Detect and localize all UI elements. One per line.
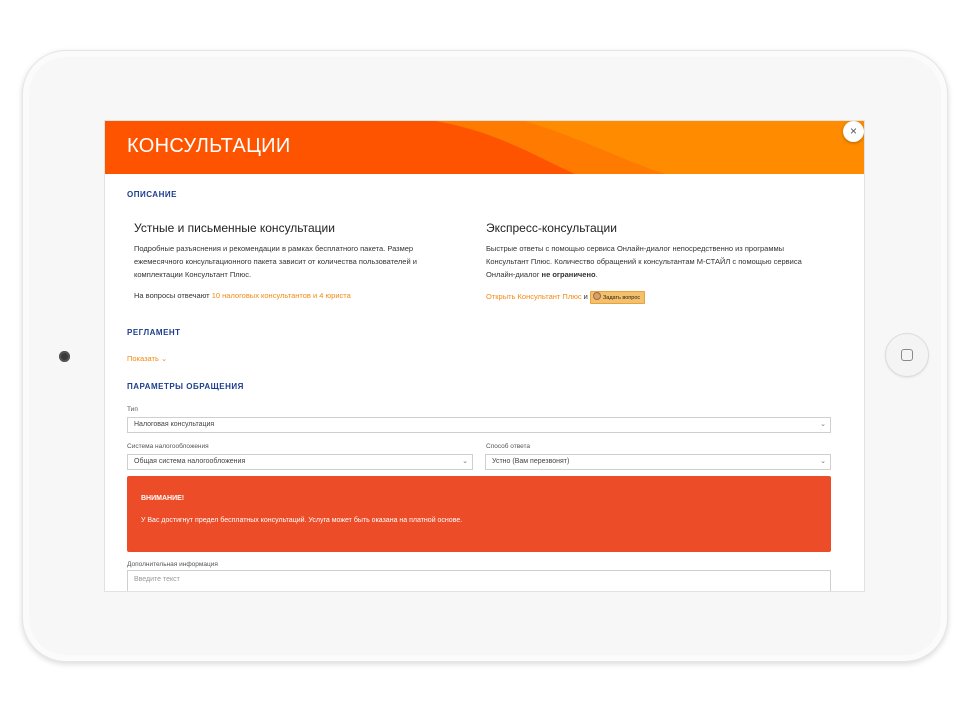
answer-method-label: Способ ответа <box>486 443 531 450</box>
chevron-down-icon: ⌄ <box>462 458 468 465</box>
express-actions: Открыть Консультант Плюс и Задать вопрос <box>486 290 811 304</box>
close-icon[interactable]: × <box>843 121 864 142</box>
answer-line: На вопросы отвечают 10 налоговых консуль… <box>134 289 459 302</box>
chevron-down-icon: ⌄ <box>160 354 168 363</box>
express-text-end: . <box>595 270 598 279</box>
type-label: Тип <box>127 406 138 413</box>
camera-dot <box>59 351 70 362</box>
answer-method-value: Устно (Вам перезвонят) <box>492 458 570 465</box>
regulation-section-title: РЕГЛАМЕНТ <box>127 328 181 337</box>
tax-system-label: Система налогообложения <box>127 443 209 450</box>
modal-title: КОНСУЛЬТАЦИИ <box>127 135 291 157</box>
tax-system-value: Общая система налогообложения <box>134 458 246 465</box>
express-text-bold: не ограничено <box>541 270 596 279</box>
additional-info-textarea[interactable]: Введите текст <box>127 570 831 591</box>
additional-info-label: Дополнительная информация <box>127 561 218 568</box>
home-button[interactable] <box>885 333 929 377</box>
tax-system-select[interactable]: Общая система налогообложения ⌄ <box>127 454 473 470</box>
home-square-icon <box>901 349 913 361</box>
show-regulation[interactable]: Показать ⌄ <box>127 352 167 365</box>
express-text-main: Быстрые ответы с помощью сервиса Онлайн-… <box>486 244 802 279</box>
type-select[interactable]: Налоговая консультация ⌄ <box>127 417 831 433</box>
alert-text: У Вас достигнут предел бесплатных консул… <box>141 517 463 524</box>
and-text: и <box>581 292 590 301</box>
consultants-link[interactable]: 10 налоговых консультантов и 4 юриста <box>212 291 351 300</box>
answer-method-select[interactable]: Устно (Вам перезвонят) ⌄ <box>485 454 831 470</box>
open-consultant-link[interactable]: Открыть Консультант Плюс <box>486 292 582 301</box>
type-value: Налоговая консультация <box>134 421 215 428</box>
consultations-modal: КОНСУЛЬТАЦИИ × ОПИСАНИЕ Устные и письмен… <box>104 120 865 592</box>
oral-written-title: Устные и письменные консультации <box>134 221 335 235</box>
alert-title: ВНИМАНИЕ! <box>141 495 185 502</box>
consultant-avatar-icon <box>592 291 601 300</box>
ask-question-label: Задать вопрос <box>602 294 641 301</box>
chevron-down-icon: ⌄ <box>820 421 826 428</box>
ask-question-button[interactable]: Задать вопрос <box>589 290 646 304</box>
description-section-title: ОПИСАНИЕ <box>127 190 177 199</box>
express-text: Быстрые ответы с помощью сервиса Онлайн-… <box>486 242 811 281</box>
modal-header: КОНСУЛЬТАЦИИ <box>105 121 864 174</box>
show-regulation-link[interactable]: Показать <box>127 354 159 363</box>
params-section-title: ПАРАМЕТРЫ ОБРАЩЕНИЯ <box>127 382 244 391</box>
oral-written-text: Подробные разъяснения и рекомендации в р… <box>134 244 417 279</box>
chevron-down-icon: ⌄ <box>820 458 826 465</box>
limit-alert: ВНИМАНИЕ! У Вас достигнут предел бесплат… <box>127 476 831 552</box>
answer-prefix: На вопросы отвечают <box>134 291 212 300</box>
express-title: Экспресс-консультации <box>486 221 617 235</box>
